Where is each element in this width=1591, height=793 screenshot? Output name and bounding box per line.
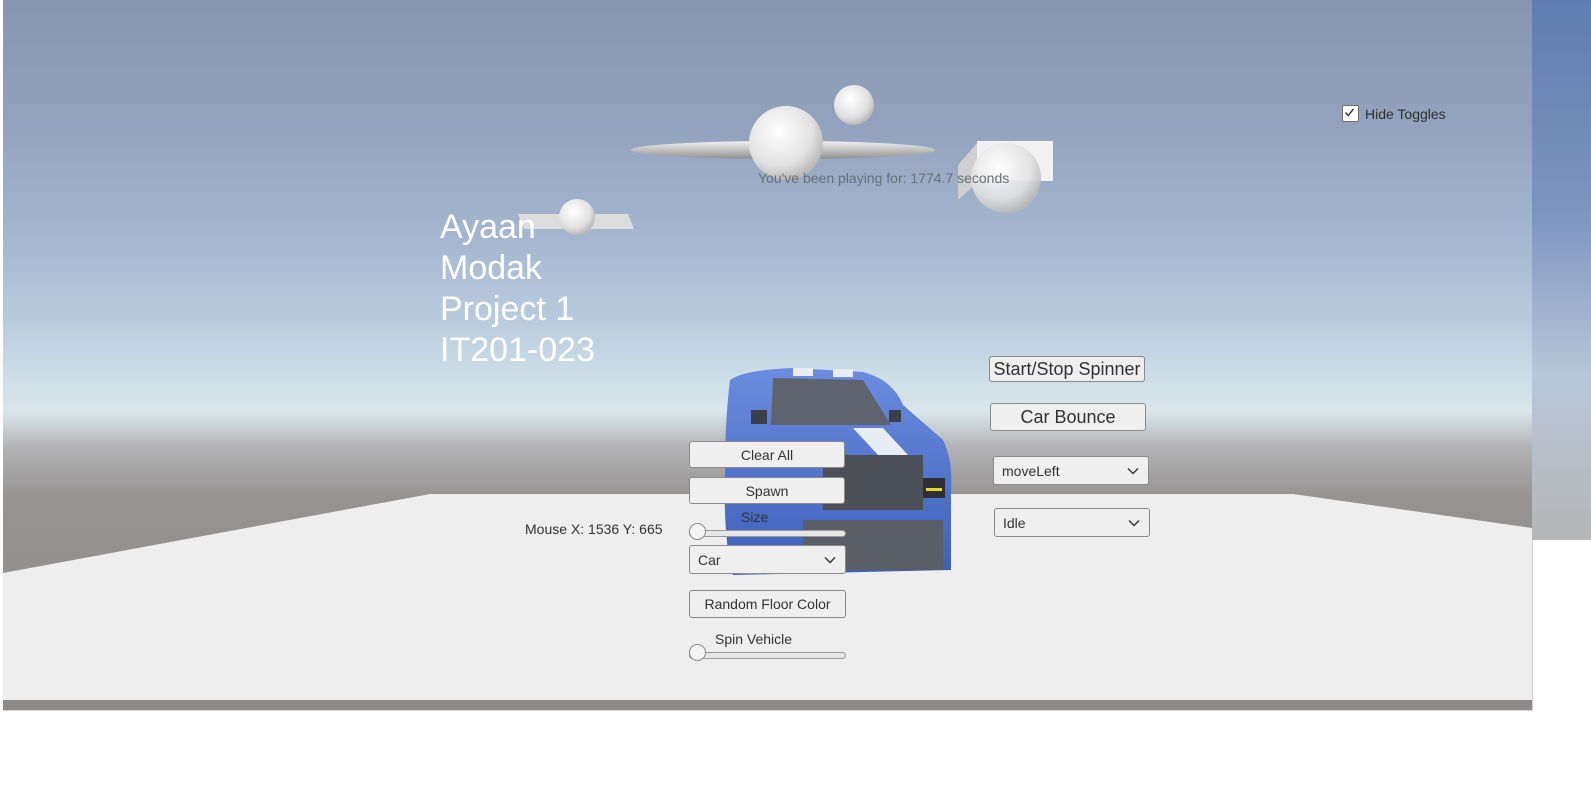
hide-toggles-toggle[interactable]: Hide Toggles xyxy=(1342,105,1446,122)
project-title-block: Ayaan Modak Project 1 IT201-023 xyxy=(440,207,595,371)
spin-vehicle-slider[interactable] xyxy=(689,652,846,659)
game-viewport[interactable]: Ayaan Modak Project 1 IT201-023 You've b… xyxy=(3,0,1533,711)
checkbox-icon[interactable] xyxy=(1342,105,1359,122)
random-floor-color-button[interactable]: Random Floor Color xyxy=(689,590,846,618)
movement-dropdown[interactable]: moveLeft xyxy=(993,456,1149,485)
play-timer-text: You've been playing for: 1774.7 seconds xyxy=(758,170,1010,186)
chevron-down-icon xyxy=(824,556,836,563)
sphere-small xyxy=(834,85,874,125)
car-bounce-button[interactable]: Car Bounce xyxy=(990,403,1146,431)
hide-toggles-label: Hide Toggles xyxy=(1365,105,1446,122)
car-model xyxy=(724,368,952,575)
project-line: Project 1 xyxy=(440,290,575,328)
animation-dropdown-value: Idle xyxy=(1003,514,1026,531)
movement-dropdown-value: moveLeft xyxy=(1002,462,1060,479)
spawn-type-dropdown-value: Car xyxy=(698,551,721,568)
sphere-large xyxy=(749,106,823,180)
chevron-down-icon xyxy=(1128,519,1140,526)
start-stop-spinner-button[interactable]: Start/Stop Spinner xyxy=(989,356,1145,382)
editor-side-strip xyxy=(1532,0,1591,540)
size-slider-handle[interactable] xyxy=(689,523,706,540)
course-line: IT201-023 xyxy=(440,331,595,369)
size-slider-label: Size xyxy=(741,509,769,525)
spawn-button[interactable]: Spawn xyxy=(689,477,845,504)
chevron-down-icon xyxy=(1127,467,1139,474)
clear-all-button[interactable]: Clear All xyxy=(689,441,845,468)
name-line-last: Modak xyxy=(440,249,543,287)
animation-dropdown[interactable]: Idle xyxy=(994,508,1150,537)
size-slider[interactable] xyxy=(689,530,846,537)
name-line-first: Ayaan xyxy=(440,208,536,246)
spawn-type-dropdown[interactable]: Car xyxy=(689,545,846,574)
checkmark-icon xyxy=(1344,108,1355,117)
spin-vehicle-slider-label: Spin Vehicle xyxy=(715,631,793,647)
spin-vehicle-slider-handle[interactable] xyxy=(689,644,706,661)
mouse-position-readout: Mouse X: 1536 Y: 665 xyxy=(525,521,663,537)
